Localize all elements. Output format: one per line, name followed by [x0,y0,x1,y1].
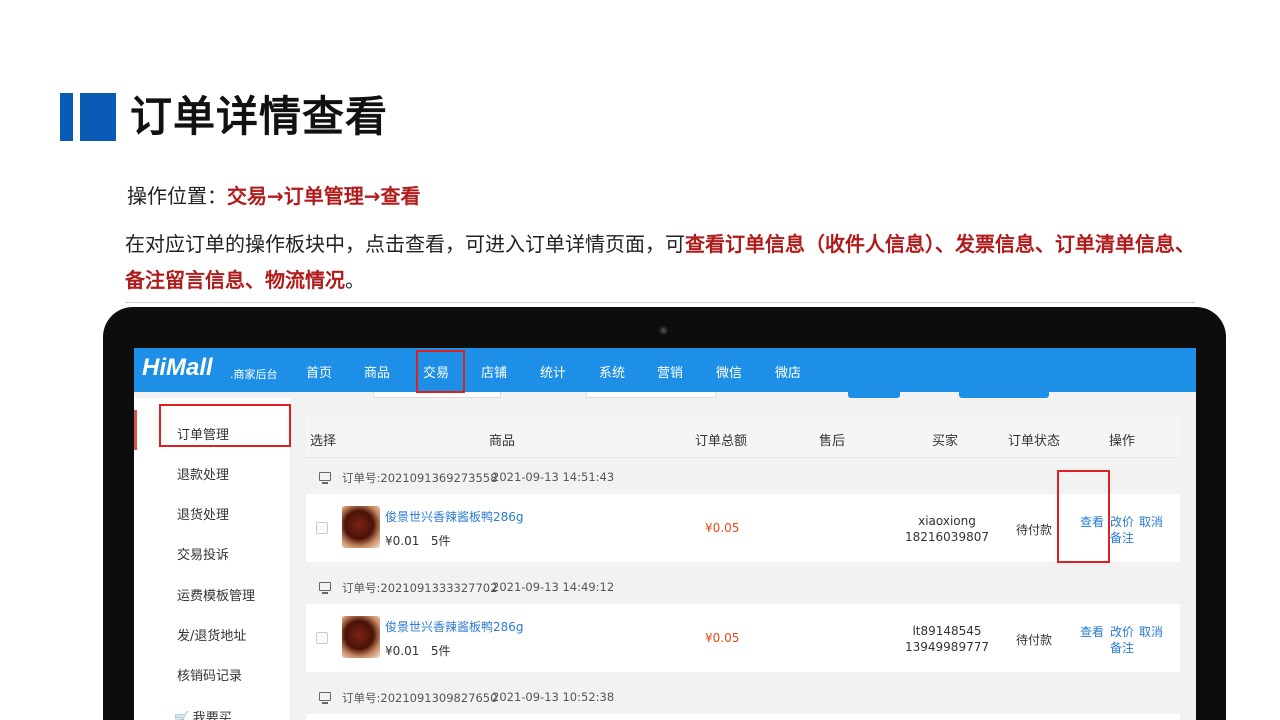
order-time: 2021-09-13 10:52:38 [492,690,615,704]
reprice-link[interactable]: 改价 [1110,513,1134,530]
cancel-link[interactable]: 取消 [1139,513,1163,530]
col-actions: 操作 [1109,434,1136,449]
product-thumbnail[interactable] [342,506,380,548]
sidebar-item-ship-return-address[interactable]: 发/退货地址 [177,625,246,644]
nav-item-marketing[interactable]: 营销 [657,362,683,381]
note-link[interactable]: 备注 [1110,639,1134,656]
order-time: 2021-09-13 14:49:12 [492,580,615,594]
order-list: 选择 商品 订单总额 售后 买家 订单状态 操作 订单号:20210913692… [306,398,1180,720]
sidebar-item-buy[interactable]: 🛒 我要买 [174,707,232,720]
description-prefix: 在对应订单的操作板块中，点击查看，可进入订单详情页面，可 [125,232,685,256]
product-price-qty: ¥0.01 5件 [385,642,450,659]
col-aftersale: 售后 [819,434,846,449]
product-price-qty: ¥0.01 5件 [385,532,450,549]
note-link[interactable]: 备注 [1110,529,1134,546]
sidebar-item-shipping-templates[interactable]: 运费模板管理 [177,585,255,604]
slide: 订单详情查看 操作位置：交易→订单管理→查看 在对应订单的操作板块中，点击查看，… [0,0,1280,720]
operation-location: 操作位置：交易→订单管理→查看 [127,182,421,210]
order-checkbox[interactable] [316,632,328,644]
operation-location-label: 操作位置： [127,184,227,208]
nav-item-microstore[interactable]: 微店 [775,362,801,381]
page-title: 订单详情查看 [130,92,389,141]
order-header: 订单号:2021091369273558 2021-09-13 14:51:43 [306,460,1180,494]
highlight-box-order-management [159,404,291,447]
buyer-info: xiaoxiong 18216039807 [872,513,1022,545]
monitor-icon [319,472,331,484]
highlight-box-trade-nav [416,350,465,393]
logo-subtitle: .商家后台 [230,368,278,381]
buyer-info: lt89148545 13949989777 [872,623,1022,655]
col-select: 选择 [310,434,337,449]
divider [125,302,1195,303]
product-name-link[interactable]: 俊景世兴香辣酱板鸭286g [385,618,524,635]
order-total: ¥0.05 [705,631,740,645]
nav-item-store[interactable]: 店铺 [481,362,507,381]
sidebar-item-verification-records[interactable]: 核销码记录 [177,665,242,684]
order-total: ¥0.05 [705,521,740,535]
reprice-link[interactable]: 改价 [1110,623,1134,640]
product-thumbnail[interactable] [342,616,380,658]
himall-logo[interactable]: HiMall [142,354,213,382]
buyer-phone: 13949989777 [905,640,989,654]
order-status: 待付款 [1016,523,1053,537]
nav-item-wechat[interactable]: 微信 [716,362,742,381]
monitor-icon [319,692,331,704]
order-number: 订单号:2021091369273558 [342,471,498,485]
buyer-name: lt89148545 [912,624,982,638]
cart-icon: 🛒 [174,711,193,720]
order-header: 订单号:2021091309827650 2021-09-13 10:52:38 [306,680,1180,714]
title-accent-bar [60,93,73,141]
quantity: 5件 [430,644,451,658]
unit-price: ¥0.01 [385,534,420,548]
table-header: 选择 商品 订单总额 售后 买家 订单状态 操作 [306,416,1180,458]
order-status: 待付款 [1016,633,1053,647]
order-checkbox[interactable] [316,522,328,534]
operation-location-path: 交易→订单管理→查看 [227,184,421,208]
buyer-phone: 18216039807 [905,530,989,544]
order-number: 订单号:2021091333327702 [342,581,498,595]
monitor-icon [319,582,331,594]
sidebar-item-complaints[interactable]: 交易投诉 [177,544,229,563]
unit-price: ¥0.01 [385,644,420,658]
camera-icon [659,326,668,335]
sidebar-item-buy-label: 我要买 [192,711,232,720]
top-nav: HiMall .商家后台 首页 商品 交易 店铺 统计 系统 营销 微信 微店 [134,348,1196,392]
product-name-link[interactable]: 俊景世兴香辣酱板鸭286g [385,508,524,525]
view-link[interactable]: 查看 [1080,623,1104,640]
table-row: 俊景世兴香辣酱板鸭286g ¥0.01 5件 ¥0.05 xiaoxiong 18… [306,494,1180,562]
laptop-screen: HiMall .商家后台 首页 商品 交易 店铺 统计 系统 营销 微信 微店 … [134,348,1196,720]
highlight-box-view-action [1057,470,1110,563]
nav-item-system[interactable]: 系统 [599,362,625,381]
description: 在对应订单的操作板块中，点击查看，可进入订单详情页面，可查看订单信息（收件人信息… [125,226,1200,298]
nav-item-products[interactable]: 商品 [364,362,390,381]
order-header: 订单号:2021091333327702 2021-09-13 14:49:12 [306,570,1180,604]
sidebar-item-returns[interactable]: 退货处理 [177,504,229,523]
table-row [306,714,1180,720]
col-status: 订单状态 [1008,434,1061,449]
col-product: 商品 [489,434,516,449]
cancel-link[interactable]: 取消 [1139,623,1163,640]
table-row: 俊景世兴香辣酱板鸭286g ¥0.01 5件 ¥0.05 lt89148545 1… [306,604,1180,672]
order-time: 2021-09-13 14:51:43 [492,470,615,484]
col-total: 订单总额 [695,434,748,449]
buyer-name: xiaoxiong [918,514,976,528]
title-accent-block [80,93,116,141]
order-number: 订单号:2021091309827650 [342,691,498,705]
nav-item-home[interactable]: 首页 [306,362,332,381]
col-buyer: 买家 [932,434,959,449]
quantity: 5件 [430,534,451,548]
nav-item-stats[interactable]: 统计 [540,362,566,381]
sidebar-active-indicator [134,410,137,450]
sidebar-item-refunds[interactable]: 退款处理 [177,464,229,483]
description-suffix: 。 [345,268,365,292]
